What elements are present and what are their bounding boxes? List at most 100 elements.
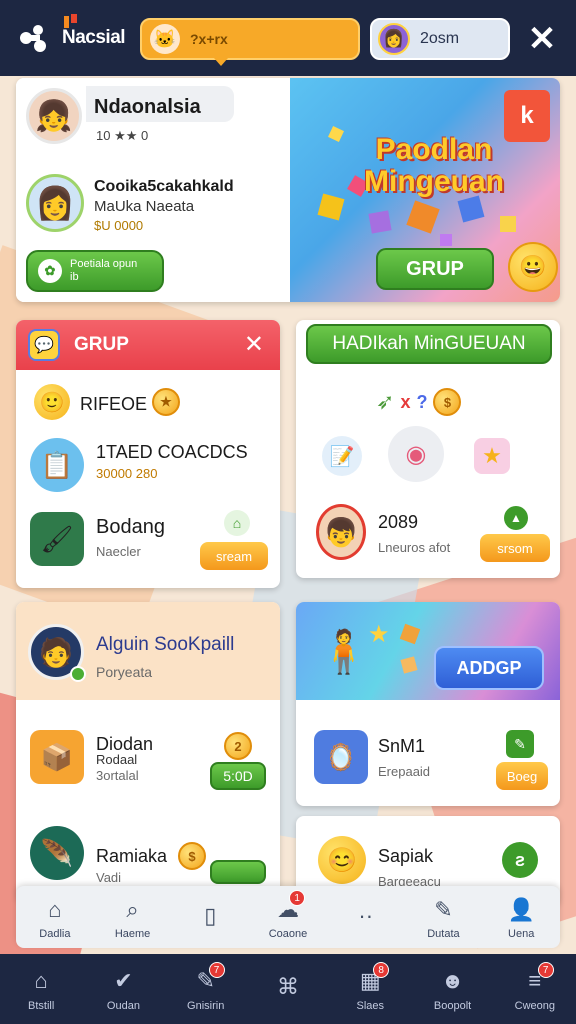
close-icon[interactable]: ✕ (244, 330, 264, 359)
profile-row-line2-2: Vadi (96, 870, 122, 885)
chat-bubble-icon: 💬 (28, 329, 60, 361)
grup-row-button[interactable]: sream (200, 542, 268, 570)
green-button-line1: Poetiala opun (70, 258, 138, 270)
user-avatar: 👩 (378, 23, 410, 55)
hadiah-row-button[interactable]: srsom (480, 534, 550, 562)
hero-card: 👧 Ndaonalsia 10 ★★ 0 👩 Cooika5cakahkald … (16, 78, 560, 302)
profile-avatar-1[interactable]: 👧 (26, 88, 82, 144)
character-avatar: 👦 (316, 504, 366, 560)
grup-card: 💬 GRUP ✕ 🙂 RIFEOE ★ 📋 1TAED COACDCS 3000… (16, 320, 280, 588)
nav-item-haeme[interactable]: ⌕ Haeme (94, 886, 172, 948)
profile-row-title-2: Ramiaka (96, 846, 168, 866)
profile-name: Alguin SooKpaill (96, 634, 235, 655)
tab-oudan[interactable]: ✔ Oudan (82, 954, 164, 1024)
profile-row-line3-1: 3ortalal (96, 768, 139, 783)
level-badge: 2 (224, 732, 252, 760)
hadiah-row-title: 2089 (378, 512, 419, 532)
coin-icon: ★ (152, 388, 180, 416)
search-text: ?x+rx (190, 31, 228, 47)
grup-title: GRUP (74, 334, 129, 355)
cat-avatar-icon: 🐱 (150, 24, 180, 54)
profile-meta-1: 10 ★★ 0 (96, 128, 149, 143)
star-icon: ★ (474, 438, 510, 474)
promo-header: 🧍 ★ ADDGP (296, 602, 560, 700)
profile-sub: Poryeata (96, 664, 153, 680)
grup-row-title-1: RIFEOE (80, 394, 148, 414)
hero-banner[interactable]: k Paodlan Mingeuan GRUP 😀 (290, 78, 560, 302)
profile-line-2: MaUka Naeata (94, 198, 195, 215)
pill-pointer (214, 58, 228, 66)
profile-header: 🧑 Alguin SooKpaill Poryeata (16, 602, 280, 700)
home-icon: ⌂ (48, 896, 62, 922)
nav-item-dots[interactable]: ·· (327, 886, 405, 948)
note-icon: 📝 (322, 436, 362, 476)
promo-button[interactable]: ADDGP (434, 646, 544, 690)
cube-icon (399, 623, 421, 645)
triangle-icon: ▲ (504, 506, 528, 530)
logo-icon (20, 25, 46, 52)
leaf-icon: ✿ (38, 259, 62, 283)
hadiah-title[interactable]: HADIkah MinGUEUAN (306, 324, 552, 364)
grup-row-title-2: 1TAED COACDCS (96, 442, 248, 462)
hero-green-button[interactable]: ✿ Poetiala opun ib (26, 250, 164, 292)
profile-name-2: Cooika5cakahkald (94, 178, 234, 195)
grup-row-sub-2: 30000 280 (96, 466, 158, 481)
profile-row-button-2[interactable] (210, 860, 266, 884)
mirror-icon: 🪞 (314, 730, 368, 784)
coin-icon: $ (433, 388, 462, 416)
phone-icon: 📋 (30, 438, 84, 492)
hadiah-card: HADIkah MinGUEUAN ➶ x ? $ 📝 ◉ ★ 👦 2089 L… (296, 320, 560, 578)
gift-icons-row: ➶ x ? $ (376, 388, 462, 416)
tab-boopolt[interactable]: ☻ Boopolt (411, 954, 493, 1024)
nav-item-coaone[interactable]: ☁ Coaone 1 (249, 886, 327, 948)
app-title: Nacsial (62, 27, 126, 48)
green-button-line2: ib (70, 271, 79, 283)
x-icon: x (400, 391, 411, 412)
user-icon: 👤 (507, 896, 535, 922)
nav-item-dadlia[interactable]: ⌂ Dadlia (16, 886, 94, 948)
coin-icon: $ (178, 842, 206, 870)
tab-paw[interactable]: ⌘ (247, 954, 329, 1024)
smiley-icon: 😊 (318, 836, 366, 884)
nav-item-device[interactable]: ▯ (171, 886, 249, 948)
lock-icon: ◉ (388, 426, 444, 482)
chat-icon: ✎ (506, 730, 534, 758)
cube-icon (400, 656, 418, 674)
tab-gnisirin[interactable]: ✎ Gnisirin 7 (165, 954, 247, 1024)
tab-cweong[interactable]: ≡ Cweong 7 (494, 954, 576, 1024)
promo-row-sub: Erepaaid (378, 764, 431, 779)
secondary-nav: ⌂ Dadlia ⌕ Haeme ▯ ☁ Coaone 1 ·· ✎ Dutata 👤 Ue… (16, 886, 560, 948)
notification-badge: 7 (537, 962, 554, 978)
sapiak-title: Sapiak (378, 846, 434, 866)
flame-icon (64, 14, 77, 28)
tag-icon: ✎ (434, 896, 453, 922)
tab-slaes[interactable]: ▦ Slaes 8 (329, 954, 411, 1024)
check-icon: ✔ (114, 968, 133, 993)
bottom-tab-bar: ⌂ Btstill ✔ Oudan ✎ Gnisirin 7 ⌘ ▦ Slaes 8 ☻ Bo… (0, 954, 576, 1024)
grup-button[interactable]: GRUP (376, 248, 494, 290)
smiley-icon: 😀 (508, 242, 558, 292)
box-icon: 📦 (30, 730, 84, 784)
banner-title-line1: Paodlan (375, 133, 493, 166)
nav-item-dutata[interactable]: ✎ Dutata (405, 886, 483, 948)
profile-avatar-2[interactable]: 👩 (26, 174, 84, 232)
user-name: 2osm (420, 30, 460, 47)
brush-icon: 🖌 (30, 512, 84, 566)
grup-header: 💬 GRUP ✕ (16, 320, 280, 370)
profile-row-button[interactable]: 5:0D (210, 762, 266, 790)
profile-line-3: $U 0000 (94, 218, 144, 233)
home-icon: ⌂ (34, 968, 48, 993)
close-icon[interactable]: ✕ (524, 22, 560, 58)
smile-icon: 🙂 (34, 384, 70, 420)
search-pill[interactable]: 🐱 ?x+rx (140, 18, 360, 60)
notification-badge: 7 (208, 962, 225, 978)
top-bar: Nacsial 🐱 ?x+rx 👩 2osm ✕ (0, 0, 576, 76)
promo-row-button[interactable]: Boeg (496, 762, 548, 790)
nav-item-uena[interactable]: 👤 Uena (482, 886, 560, 948)
paw-icon: ⌘ (276, 974, 299, 999)
online-badge-icon (70, 666, 86, 682)
p-icon: ? (416, 391, 428, 412)
user-pill[interactable]: 👩 2osm (370, 18, 510, 60)
tab-btstill[interactable]: ⌂ Btstill (0, 954, 82, 1024)
number-icon: ƨ (502, 842, 538, 878)
